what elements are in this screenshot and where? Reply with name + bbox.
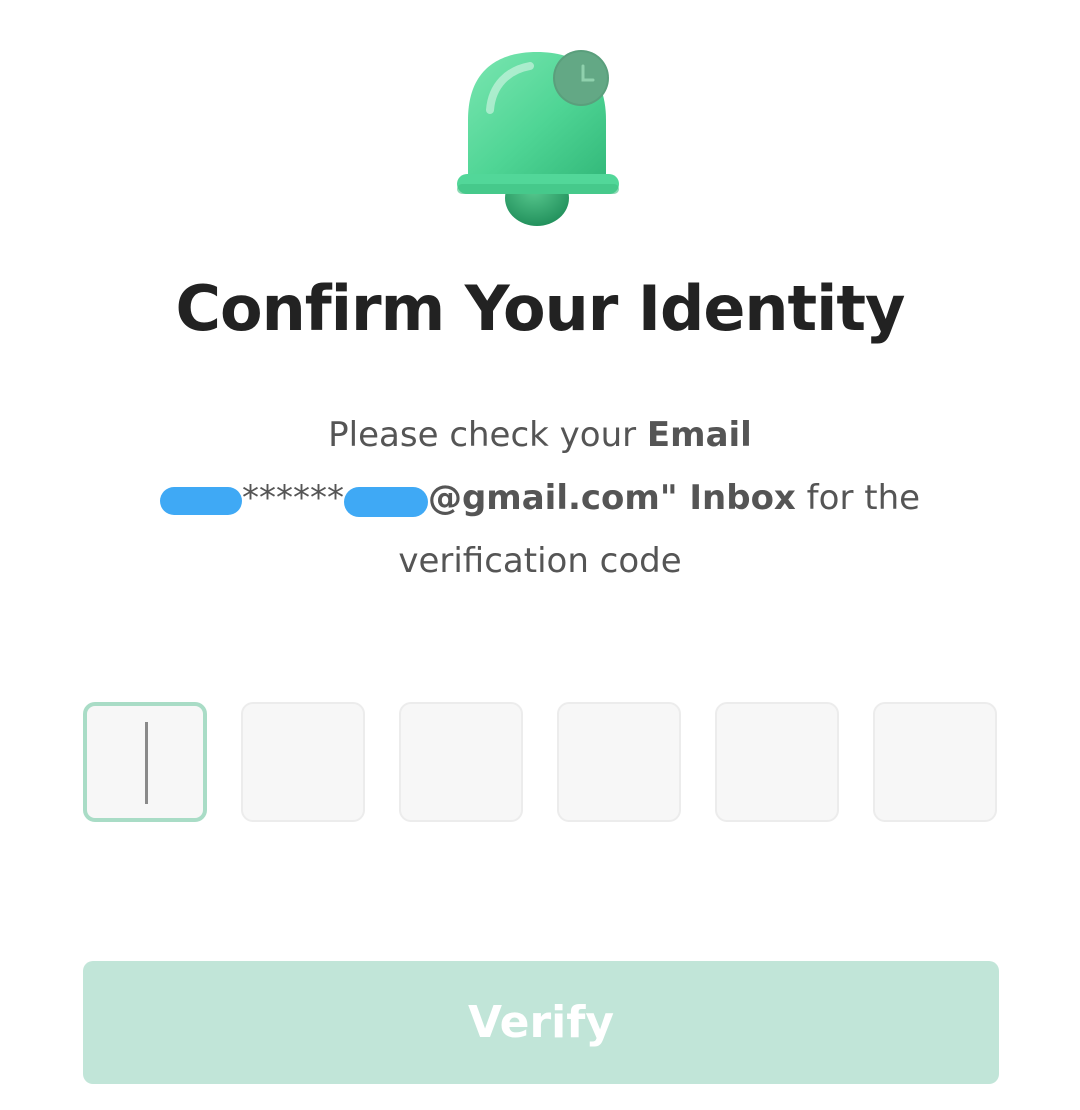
page-title: Confirm Your Identity [175, 272, 906, 345]
otp-digit-3[interactable] [399, 702, 523, 822]
email-domain-inbox: @gmail.com" Inbox [427, 478, 796, 518]
bell-notification-icon [440, 40, 640, 240]
redaction-mark [343, 487, 428, 517]
instructions-text: Please check your Email ****** @gmail.com… [150, 404, 930, 593]
redaction-mark [159, 487, 242, 515]
instructions-line-2: ****** @gmail.com" Inbox for the [150, 467, 930, 530]
instructions-line-3: verification code [398, 541, 682, 581]
instructions-after-email: for the [795, 478, 921, 518]
text-caret [145, 722, 148, 804]
instructions-line-1: Please check your Email [150, 404, 930, 467]
verify-button[interactable]: Verify [83, 961, 999, 1084]
email-label: Email [646, 415, 752, 455]
instructions-prefix: Please check your [328, 415, 647, 455]
masked-email: ****** [241, 478, 344, 518]
otp-digit-5[interactable] [715, 702, 839, 822]
otp-digit-1[interactable] [83, 702, 207, 822]
otp-input-group [83, 702, 999, 822]
otp-digit-2[interactable] [241, 702, 365, 822]
otp-digit-6[interactable] [873, 702, 997, 822]
otp-digit-4[interactable] [557, 702, 681, 822]
